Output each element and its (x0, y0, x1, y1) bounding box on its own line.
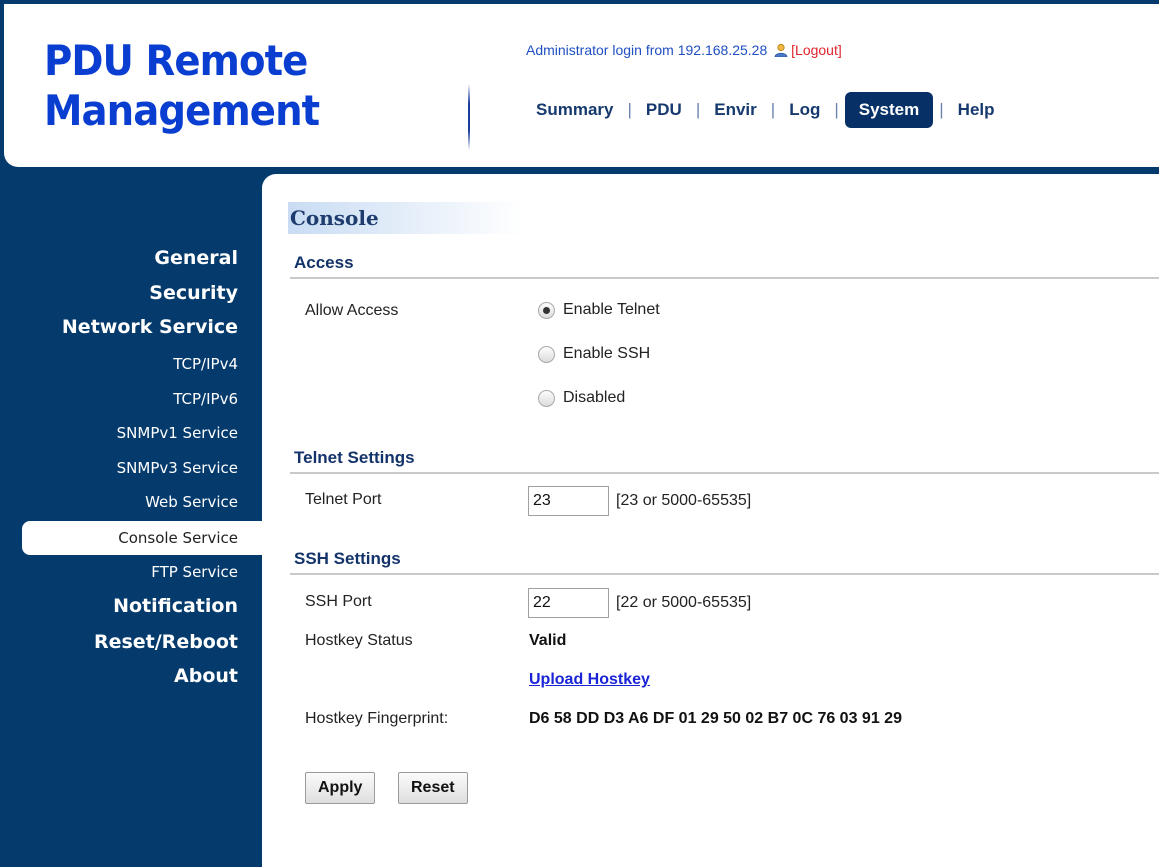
sidebar-item-about[interactable]: About (174, 665, 238, 687)
nav-separator: | (770, 100, 776, 119)
logo-line-2: Management (44, 86, 320, 135)
main-content: Console Access Allow Access Enable Telne… (262, 174, 1159, 867)
radio-enable-ssh[interactable]: Enable SSH (538, 345, 650, 363)
sidebar-item-web-service[interactable]: Web Service (145, 493, 238, 511)
sidebar-item-ftp-service[interactable]: FTP Service (151, 563, 238, 581)
sidebar-item-notification[interactable]: Notification (113, 595, 238, 617)
sidebar-item-network-service[interactable]: Network Service (62, 316, 238, 338)
nav-separator: | (627, 100, 632, 119)
logout-link[interactable]: [Logout] (791, 42, 842, 58)
radio-label: Enable Telnet (563, 301, 660, 318)
nav-separator: | (834, 100, 839, 119)
apply-button[interactable]: Apply (305, 772, 376, 804)
sidebar-item-snmpv1[interactable]: SNMPv1 Service (117, 424, 238, 442)
nav-pdu[interactable]: PDU (644, 100, 684, 120)
radio-label: Disabled (563, 389, 626, 406)
header-divider (468, 84, 470, 150)
login-text: Administrator login from 192.168.25.28 (526, 42, 768, 58)
sidebar-item-label: Console Service (118, 529, 238, 547)
nav-separator: | (695, 100, 701, 119)
ssh-settings-heading: SSH Settings (294, 549, 401, 568)
nav-help[interactable]: Help (956, 100, 997, 120)
ssh-port-input[interactable] (528, 588, 609, 618)
upload-hostkey-link[interactable]: Upload Hostkey (529, 671, 650, 689)
nav-summary[interactable]: Summary (534, 100, 615, 120)
header: PDU Remote Management Administrator logi… (4, 4, 1159, 167)
page-title: Console (288, 202, 524, 234)
nav-separator: | (939, 100, 944, 119)
radio-button[interactable] (538, 389, 555, 407)
ssh-port-label: SSH Port (305, 593, 372, 610)
section-divider (290, 472, 1159, 474)
telnet-port-hint: [23 or 5000-65535] (616, 492, 752, 509)
sidebar-item-security[interactable]: Security (149, 282, 238, 304)
sidebar-item-reset-reboot[interactable]: Reset/Reboot (94, 631, 238, 653)
telnet-port-label: Telnet Port (305, 491, 382, 508)
page-frame: PDU Remote Management Administrator logi… (0, 0, 1159, 867)
access-heading: Access (294, 253, 354, 272)
logo-line-1: PDU Remote (44, 36, 308, 85)
radio-button[interactable] (538, 345, 555, 363)
radio-button-checked[interactable] (538, 301, 555, 319)
ssh-port-hint: [22 or 5000-65535] (616, 594, 752, 611)
telnet-settings-heading: Telnet Settings (294, 448, 415, 467)
nav-system[interactable]: System (844, 92, 934, 128)
section-divider (290, 277, 1159, 279)
sidebar-item-snmpv3[interactable]: SNMPv3 Service (117, 459, 238, 477)
radio-disabled[interactable]: Disabled (538, 389, 625, 407)
radio-label: Enable SSH (563, 345, 651, 362)
login-info: Administrator login from 192.168.25.28 [… (526, 42, 842, 58)
allow-access-label: Allow Access (305, 302, 399, 319)
hostkey-status-value: Valid (529, 632, 567, 649)
hostkey-fingerprint-value: D6 58 DD D3 A6 DF 01 29 50 02 B7 0C 76 0… (529, 710, 902, 727)
radio-enable-telnet[interactable]: Enable Telnet (538, 301, 660, 319)
hostkey-fingerprint-label: Hostkey Fingerprint: (305, 710, 449, 727)
nav-envir[interactable]: Envir (712, 100, 759, 120)
sidebar-item-tcp-ipv4[interactable]: TCP/IPv4 (173, 355, 238, 373)
hostkey-status-label: Hostkey Status (305, 632, 413, 649)
nav-log[interactable]: Log (787, 100, 822, 120)
logo: PDU Remote Management (44, 36, 320, 136)
reset-button[interactable]: Reset (398, 772, 468, 804)
section-divider (290, 573, 1159, 575)
top-nav: Summary | PDU | Envir | Log | System | H… (534, 90, 997, 130)
user-icon (774, 43, 788, 58)
sidebar-item-general[interactable]: General (154, 247, 238, 269)
sidebar-item-tcp-ipv6[interactable]: TCP/IPv6 (173, 390, 238, 408)
sidebar: General Security Network Service TCP/IPv… (4, 167, 262, 867)
telnet-port-input[interactable] (528, 486, 609, 516)
